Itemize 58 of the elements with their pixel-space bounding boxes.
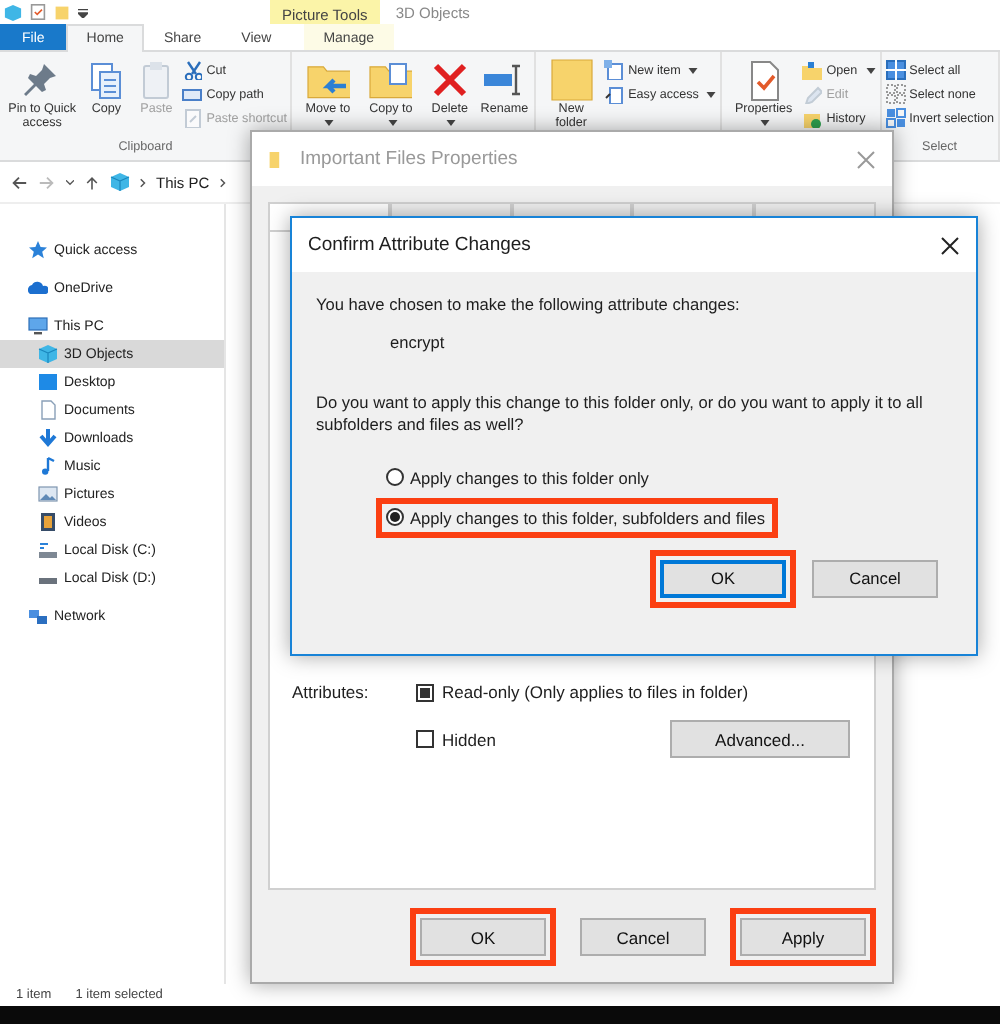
up-arrow-icon[interactable] bbox=[84, 173, 100, 191]
radio-option[interactable]: Apply changes to this folder only bbox=[386, 467, 649, 488]
monitor-icon bbox=[28, 316, 48, 336]
caret-icon bbox=[688, 67, 699, 73]
picture-icon bbox=[38, 484, 58, 504]
scissors-icon bbox=[182, 60, 203, 80]
dialog-button[interactable]: Cancel bbox=[812, 559, 938, 598]
back-arrow-icon[interactable] bbox=[10, 173, 28, 191]
checkbox[interactable]: Hidden bbox=[416, 729, 496, 749]
checkbox-box[interactable] bbox=[416, 683, 434, 701]
download-arrow-icon bbox=[38, 428, 58, 448]
edit-icon bbox=[802, 84, 823, 104]
easy-access-icon bbox=[604, 84, 625, 104]
cube-icon bbox=[110, 172, 130, 192]
select-all-icon bbox=[885, 60, 906, 80]
shortcut-icon bbox=[182, 108, 203, 128]
caret-icon bbox=[706, 91, 717, 97]
close-icon[interactable] bbox=[940, 235, 960, 255]
dialog-button[interactable]: Cancel bbox=[580, 918, 706, 956]
intro-text: You have chosen to make the following attribute changes: bbox=[316, 294, 742, 314]
music-note-icon bbox=[38, 456, 58, 476]
caret-icon[interactable] bbox=[78, 7, 88, 17]
folder-icon bbox=[268, 149, 284, 169]
folder-copy-icon bbox=[368, 58, 413, 102]
dialog-title: Confirm Attribute Changes bbox=[308, 234, 533, 256]
select-none-icon bbox=[885, 84, 906, 104]
network-icon bbox=[28, 606, 48, 626]
caret-icon[interactable] bbox=[66, 179, 74, 185]
question-text: Do you want to apply this change to this folder only, or do you want to apply it to all subfolders and files as well? bbox=[316, 392, 925, 436]
folder-icon bbox=[549, 58, 594, 102]
chevron-icon[interactable] bbox=[219, 177, 226, 187]
drive-icon bbox=[38, 540, 58, 560]
cloud-icon bbox=[28, 278, 48, 298]
document-icon bbox=[38, 400, 58, 420]
attributes-label: Attributes: bbox=[292, 682, 371, 702]
history-icon bbox=[802, 108, 823, 128]
dialog-title: Important Files Properties bbox=[300, 148, 520, 170]
checkbox[interactable]: Read-only (Only applies to files in folder) bbox=[416, 682, 850, 702]
attribute-change: encrypt bbox=[390, 332, 447, 352]
dialog-button[interactable]: Apply bbox=[740, 918, 866, 956]
advanced-button[interactable]: Advanced... bbox=[670, 720, 850, 758]
caret-icon bbox=[865, 67, 876, 73]
properties-icon[interactable] bbox=[30, 4, 46, 20]
cube-icon bbox=[38, 344, 58, 364]
dialog-button[interactable]: OK bbox=[660, 559, 786, 598]
radio-option[interactable]: Apply changes to this folder, subfolders and files bbox=[386, 507, 766, 528]
path-icon bbox=[182, 84, 203, 104]
film-icon bbox=[38, 512, 58, 532]
invert-selection-icon bbox=[885, 108, 906, 128]
star-icon bbox=[28, 240, 48, 260]
dialog-button[interactable]: OK bbox=[420, 918, 546, 956]
radio-button[interactable] bbox=[386, 468, 404, 487]
radio-button[interactable] bbox=[386, 508, 404, 527]
checkbox-box[interactable] bbox=[416, 730, 434, 748]
folder-open-icon bbox=[802, 60, 823, 80]
new-item-icon bbox=[604, 60, 625, 80]
desktop-icon bbox=[38, 372, 58, 392]
chevron-icon[interactable] bbox=[140, 177, 146, 187]
